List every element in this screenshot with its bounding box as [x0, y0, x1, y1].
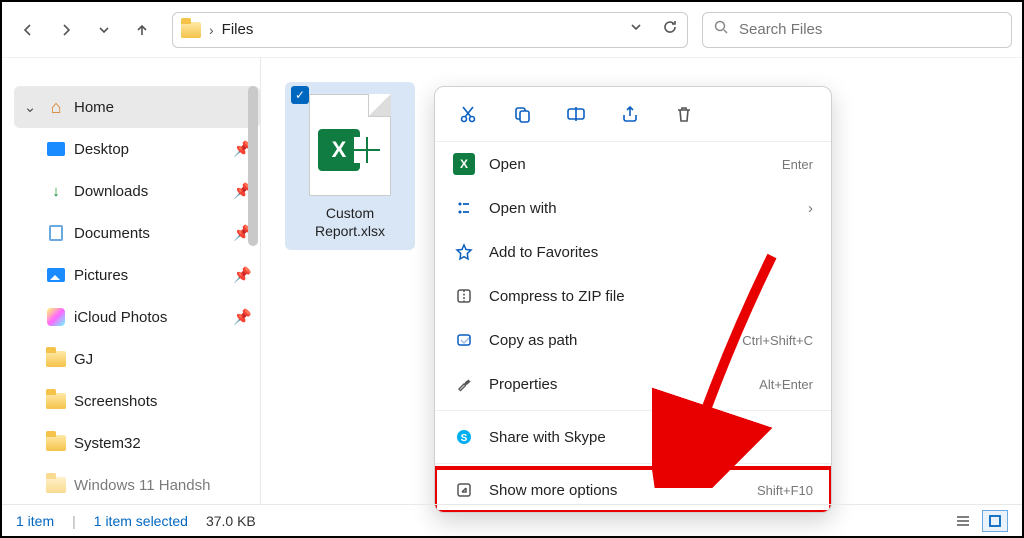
excel-file-icon: X: [309, 94, 391, 196]
ctx-label: Share with Skype: [489, 429, 606, 446]
documents-icon: [46, 224, 66, 242]
folder-icon: [181, 22, 201, 38]
excel-icon: X: [453, 153, 475, 175]
icons-view-button[interactable]: [982, 510, 1008, 532]
search-icon: [713, 19, 729, 40]
ctx-open-with[interactable]: Open with ›: [435, 186, 831, 230]
ctx-label: Properties: [489, 376, 557, 393]
sidebar-item-label: System32: [74, 435, 141, 452]
sidebar-item-label: Home: [74, 99, 114, 116]
sidebar-item-label: Documents: [74, 225, 150, 242]
breadcrumb-chevron-icon: ›: [209, 22, 214, 38]
file-name-line1: Custom: [289, 204, 411, 222]
folder-icon: [46, 392, 66, 410]
status-bar: 1 item | 1 item selected 37.0 KB: [2, 504, 1022, 536]
ctx-label: Compress to ZIP file: [489, 288, 625, 305]
status-size: 37.0 KB: [206, 513, 256, 529]
open-with-icon: [453, 197, 475, 219]
sidebar-item-win11[interactable]: Windows 11 Handsh: [14, 464, 260, 506]
sidebar-item-label: Pictures: [74, 267, 128, 284]
svg-text:S: S: [461, 433, 468, 444]
wrench-icon: [453, 373, 475, 395]
sidebar-item-label: Windows 11 Handsh: [74, 477, 210, 494]
ctx-label: Open with: [489, 200, 557, 217]
sidebar-item-label: iCloud Photos: [74, 309, 167, 326]
chevron-down-icon: ⌄: [22, 98, 38, 116]
ctx-compress[interactable]: Compress to ZIP file: [435, 274, 831, 318]
pin-icon: 📌: [233, 266, 252, 284]
recent-dropdown-button[interactable]: [88, 14, 120, 46]
ctx-label: Open: [489, 156, 526, 173]
selected-check-icon[interactable]: ✓: [291, 86, 309, 104]
sidebar-item-label: Downloads: [74, 183, 148, 200]
file-item[interactable]: ✓ X Custom Report.xlsx: [285, 82, 415, 250]
cut-icon[interactable]: [455, 101, 481, 127]
downloads-icon: ↓: [46, 182, 66, 200]
address-dropdown-icon[interactable]: [629, 20, 643, 39]
sidebar-item-label: Desktop: [74, 141, 129, 158]
skype-icon: S: [453, 426, 475, 448]
forward-button[interactable]: [50, 14, 82, 46]
show-more-icon: [453, 479, 475, 501]
ctx-properties[interactable]: Properties Alt+Enter: [435, 362, 831, 406]
sidebar-item-pictures[interactable]: Pictures 📌: [14, 254, 260, 296]
status-selected: 1 item selected: [94, 513, 188, 529]
folder-icon: [46, 434, 66, 452]
search-input[interactable]: [739, 21, 1001, 38]
folder-icon: [46, 350, 66, 368]
back-button[interactable]: [12, 14, 44, 46]
folder-icon: [46, 476, 66, 494]
copy-icon[interactable]: [509, 101, 535, 127]
ctx-label: Add to Favorites: [489, 244, 598, 261]
home-icon: ⌂: [46, 98, 66, 116]
sidebar-item-desktop[interactable]: Desktop 📌: [14, 128, 260, 170]
sidebar-item-downloads[interactable]: ↓ Downloads 📌: [14, 170, 260, 212]
context-menu: X Open Enter Open with › Add to Favorite…: [434, 86, 832, 513]
sidebar-item-documents[interactable]: Documents 📌: [14, 212, 260, 254]
up-button[interactable]: [126, 14, 158, 46]
share-icon[interactable]: [617, 101, 643, 127]
file-name-line2: Report.xlsx: [289, 222, 411, 240]
ctx-copy-path[interactable]: Copy as path Ctrl+Shift+C: [435, 318, 831, 362]
ctx-open[interactable]: X Open Enter: [435, 142, 831, 186]
sidebar-item-label: GJ: [74, 351, 93, 368]
rename-icon[interactable]: [563, 101, 589, 127]
sidebar-item-system32[interactable]: System32: [14, 422, 260, 464]
refresh-button[interactable]: [661, 18, 679, 41]
details-view-button[interactable]: [950, 510, 976, 532]
ctx-shortcut: Shift+F10: [757, 483, 813, 498]
zip-icon: [453, 285, 475, 307]
delete-icon[interactable]: [671, 101, 697, 127]
icloud-photos-icon: [46, 308, 66, 326]
pictures-icon: [46, 266, 66, 284]
copy-path-icon: [453, 329, 475, 351]
ctx-share-skype[interactable]: S Share with Skype: [435, 415, 831, 459]
ctx-add-favorites[interactable]: Add to Favorites: [435, 230, 831, 274]
ctx-label: Copy as path: [489, 332, 577, 349]
star-icon: [453, 241, 475, 263]
status-item-count: 1 item: [16, 513, 54, 529]
toolbar: › Files: [2, 2, 1022, 58]
sidebar-item-home[interactable]: ⌄ ⌂ Home: [14, 86, 260, 128]
address-bar[interactable]: › Files: [172, 12, 688, 48]
sidebar-item-screenshots[interactable]: Screenshots: [14, 380, 260, 422]
ctx-shortcut: Ctrl+Shift+C: [742, 333, 813, 348]
chevron-right-icon: ›: [808, 200, 813, 217]
pin-icon: 📌: [233, 308, 252, 326]
sidebar-scrollbar[interactable]: [248, 86, 258, 246]
breadcrumb-current[interactable]: Files: [222, 21, 254, 38]
sidebar-item-label: Screenshots: [74, 393, 157, 410]
desktop-icon: [46, 140, 66, 158]
ctx-label: Show more options: [489, 482, 617, 499]
search-box[interactable]: [702, 12, 1012, 48]
ctx-shortcut: Alt+Enter: [759, 377, 813, 392]
sidebar: ⌄ ⌂ Home Desktop 📌 ↓ Downloads 📌 Documen…: [2, 58, 260, 504]
sidebar-item-icloud[interactable]: iCloud Photos 📌: [14, 296, 260, 338]
sidebar-item-gj[interactable]: GJ: [14, 338, 260, 380]
ctx-shortcut: Enter: [782, 157, 813, 172]
